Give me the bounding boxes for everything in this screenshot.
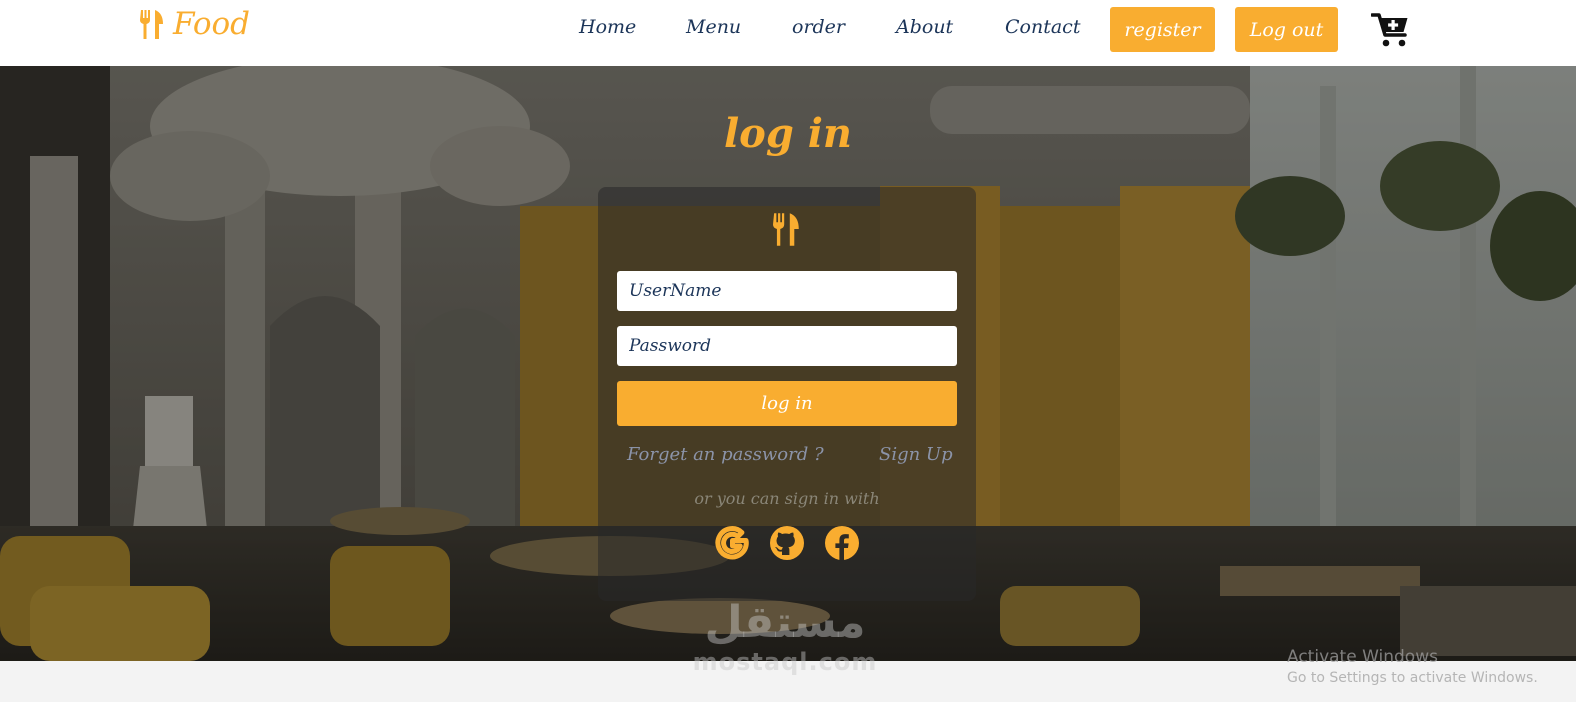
social-login-buttons <box>598 525 976 561</box>
cart-plus-icon[interactable] <box>1371 12 1409 48</box>
activation-title: Activate Windows <box>1287 647 1438 667</box>
nav-link-about[interactable]: About <box>896 16 953 38</box>
login-submit-button[interactable]: log in <box>617 381 957 426</box>
windows-activation-notice: Activate Windows Go to Settings to activ… <box>1287 646 1538 688</box>
nav-link-contact[interactable]: Contact <box>1005 16 1080 38</box>
facebook-icon[interactable] <box>824 525 860 561</box>
google-icon[interactable] <box>714 525 750 561</box>
logout-button[interactable]: Log out <box>1235 7 1338 52</box>
username-input[interactable] <box>617 271 957 311</box>
login-card: log in Forget an password ? Sign Up or y… <box>598 187 976 601</box>
social-signin-prompt: or you can sign in with <box>694 489 880 508</box>
signup-link[interactable]: Sign Up <box>879 444 953 465</box>
hero-section: log in log in Forget an password ? Sign … <box>0 66 1576 661</box>
page-title: log in <box>723 110 853 157</box>
navbar: Food Home Menu order About Contact regis… <box>0 0 1576 66</box>
activation-subtitle: Go to Settings to activate Windows. <box>1287 670 1538 686</box>
watermark-latin-text: mostaql.com <box>692 648 878 676</box>
nav-link-menu[interactable]: Menu <box>686 16 741 38</box>
nav-link-order[interactable]: order <box>792 16 845 38</box>
forgot-password-link[interactable]: Forget an password ? <box>627 444 824 465</box>
mostaql-watermark: مستقل mostaql.com <box>692 598 878 686</box>
fork-knife-icon <box>773 213 799 246</box>
github-icon[interactable] <box>769 525 805 561</box>
nav-link-home[interactable]: Home <box>579 16 636 38</box>
nav-links: Home Menu order About Contact <box>0 0 1576 60</box>
watermark-arabic-text: مستقل <box>704 597 866 648</box>
register-button[interactable]: register <box>1110 7 1215 52</box>
password-input[interactable] <box>617 326 957 366</box>
